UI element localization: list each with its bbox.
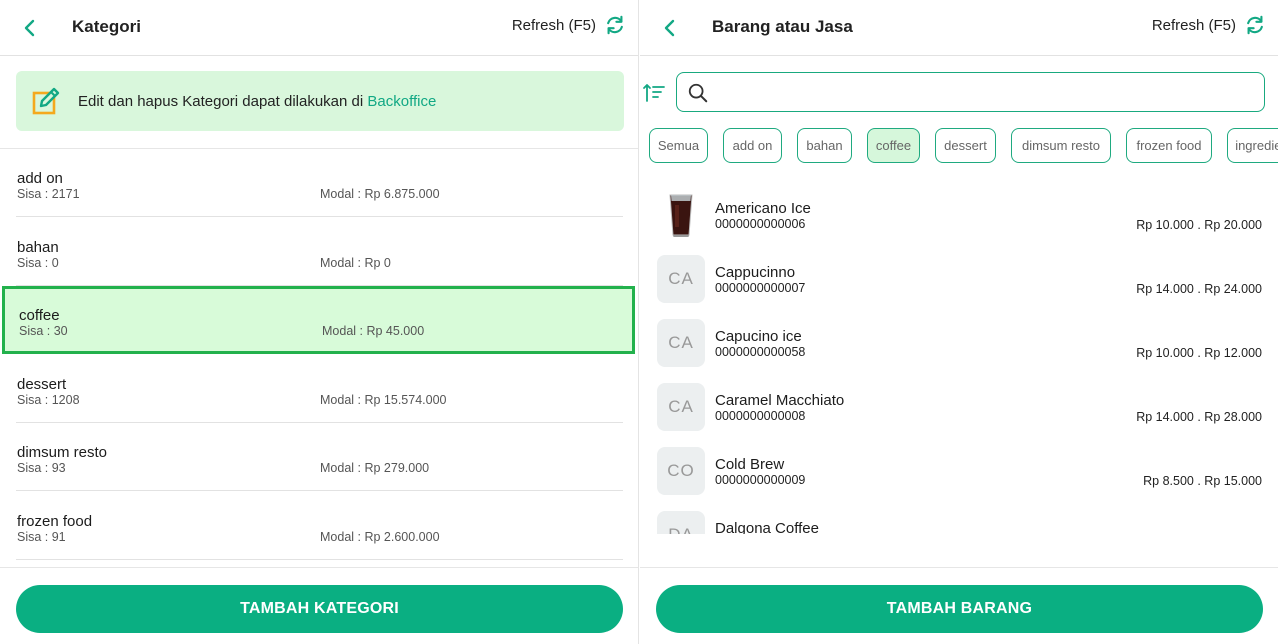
product-code: 0000000000008 xyxy=(715,409,806,423)
product-name: Dalgona Coffee xyxy=(715,520,819,534)
product-row[interactable]: CA Capucino ice 0000000000058 Rp 10.000 . R… xyxy=(640,312,1278,376)
barang-panel: Barang atau Jasa Refresh (F5) Semua add o… xyxy=(640,0,1278,644)
back-arrow-icon[interactable] xyxy=(18,16,42,40)
product-price: Rp 14.000 . Rp 28.000 xyxy=(1136,410,1262,424)
product-name: Cold Brew xyxy=(715,456,785,473)
product-initials-avatar: CA xyxy=(657,383,705,431)
filter-chip[interactable]: bahan xyxy=(797,128,852,163)
product-row[interactable]: CA Caramel Macchiato 0000000000008 Rp 14.00… xyxy=(640,376,1278,440)
category-row[interactable]: frozen food Sisa : 91 Modal : Rp 2.600.000 xyxy=(0,492,638,560)
product-code: 0000000000009 xyxy=(715,473,806,487)
category-name: bahan xyxy=(17,238,59,256)
product-name: Capucino ice xyxy=(715,328,802,345)
category-name: add on xyxy=(17,170,63,187)
product-price: Rp 8.500 . Rp 15.000 xyxy=(1143,474,1262,488)
category-capital: Modal : Rp 0 xyxy=(320,255,391,270)
product-row[interactable]: Americano Ice 0000000000006 Rp 10.000 . Rp… xyxy=(640,184,1278,248)
kategori-panel: Kategori Refresh (F5) Edit dan hapus Kat… xyxy=(0,0,639,644)
info-banner: Edit dan hapus Kategori dapat dilakukan … xyxy=(16,71,624,131)
product-initials-avatar: CA xyxy=(657,319,705,367)
product-row[interactable]: DA Dalgona Coffee xyxy=(640,504,1278,534)
refresh-button[interactable]: Refresh (F5) xyxy=(1152,14,1266,36)
banner-message: Edit dan hapus Kategori dapat dilakukan … xyxy=(78,93,368,110)
filter-chip[interactable]: ingredients xyxy=(1227,128,1278,163)
category-capital: Modal : Rp 45.000 xyxy=(322,324,425,338)
category-stock: Sisa : 0 xyxy=(17,255,59,270)
product-name: Caramel Macchiato xyxy=(715,392,845,409)
filter-chip[interactable]: Semua xyxy=(649,128,708,163)
back-arrow-icon[interactable] xyxy=(658,16,682,40)
search-box xyxy=(676,72,1265,112)
page-title: Kategori xyxy=(72,17,141,36)
add-product-button[interactable]: TAMBAH BARANG xyxy=(656,585,1263,633)
kategori-header: Kategori Refresh (F5) xyxy=(0,0,638,56)
category-name: dessert xyxy=(17,375,67,393)
product-code: 0000000000058 xyxy=(715,345,806,359)
category-capital: Modal : Rp 279.000 xyxy=(320,461,430,475)
product-code: 0000000000007 xyxy=(715,281,806,295)
product-name: Cappucinno xyxy=(715,264,796,281)
category-stock: Sisa : 93 xyxy=(17,461,66,475)
category-row[interactable]: dessert Sisa : 1208 Modal : Rp 15.574.000 xyxy=(0,355,638,423)
category-row[interactable]: bahan Sisa : 0 Modal : Rp 0 xyxy=(0,218,638,286)
category-row[interactable]: coffee Sisa : 30 Modal : Rp 45.000 xyxy=(2,286,635,354)
barang-footer: TAMBAH BARANG xyxy=(640,567,1278,644)
product-price: Rp 14.000 . Rp 24.000 xyxy=(1136,282,1262,296)
category-row[interactable]: dimsum resto Sisa : 93 Modal : Rp 279.000 xyxy=(0,423,638,491)
add-category-button[interactable]: TAMBAH KATEGORI xyxy=(16,585,623,633)
edit-icon xyxy=(32,87,60,115)
category-filter-chips: Semua add on bahan coffee dessert dimsum rest… xyxy=(649,128,1278,164)
category-stock: Sisa : 1208 xyxy=(17,392,80,407)
product-row[interactable]: CA Cappucinno 0000000000007 Rp 14.000 . Rp … xyxy=(640,248,1278,312)
refresh-label: Refresh (F5) xyxy=(511,16,596,34)
category-name: frozen food xyxy=(17,512,93,530)
category-capital: Modal : Rp 2.600.000 xyxy=(320,529,440,544)
refresh-label: Refresh (F5) xyxy=(1151,16,1236,34)
filter-chip[interactable]: add on xyxy=(723,128,782,163)
refresh-button[interactable]: Refresh (F5) xyxy=(512,14,626,36)
filter-chip[interactable]: frozen food xyxy=(1126,128,1212,163)
sort-icon[interactable] xyxy=(642,81,666,105)
category-name: coffee xyxy=(19,307,60,324)
banner-text: Edit dan hapus Kategori dapat dilakukan … xyxy=(78,93,436,110)
product-code: 0000000000006 xyxy=(715,217,806,231)
category-stock: Sisa : 2171 xyxy=(17,187,80,201)
refresh-icon xyxy=(607,15,623,35)
refresh-icon xyxy=(1247,15,1263,35)
category-capital: Modal : Rp 6.875.000 xyxy=(320,187,440,201)
category-stock: Sisa : 91 xyxy=(17,529,66,544)
category-capital: Modal : Rp 15.574.000 xyxy=(320,392,447,407)
category-list: add on Sisa : 2171 Modal : Rp 6.875.000 bah… xyxy=(0,148,638,566)
iced-coffee-glass-icon xyxy=(669,194,693,237)
product-initials-avatar: DA xyxy=(657,511,705,534)
kategori-footer: TAMBAH KATEGORI xyxy=(0,567,638,644)
filter-chip[interactable]: coffee xyxy=(867,128,920,163)
category-row[interactable]: add on Sisa : 2171 Modal : Rp 6.875.000 xyxy=(0,149,638,217)
filter-chip[interactable]: dimsum resto xyxy=(1011,128,1111,163)
product-initials-avatar: CO xyxy=(657,447,705,495)
iced-coffee-image xyxy=(657,191,705,239)
product-list: Americano Ice 0000000000006 Rp 10.000 . Rp… xyxy=(640,184,1278,534)
category-name: dimsum resto xyxy=(17,444,108,461)
backoffice-link[interactable]: Backoffice xyxy=(367,93,436,110)
search-icon xyxy=(688,83,708,103)
product-name: Americano Ice xyxy=(715,200,811,217)
filter-chip[interactable]: dessert xyxy=(935,128,996,163)
search-input[interactable] xyxy=(717,79,1257,105)
product-price: Rp 10.000 . Rp 12.000 xyxy=(1136,346,1262,360)
product-initials-avatar: CA xyxy=(657,255,705,303)
row-divider xyxy=(16,558,623,560)
product-price: Rp 10.000 . Rp 20.000 xyxy=(1136,218,1262,232)
category-stock: Sisa : 30 xyxy=(19,324,68,338)
barang-header: Barang atau Jasa Refresh (F5) xyxy=(640,0,1278,56)
page-title: Barang atau Jasa xyxy=(712,17,853,36)
product-row[interactable]: CO Cold Brew 0000000000009 Rp 8.500 . Rp 15… xyxy=(640,440,1278,504)
